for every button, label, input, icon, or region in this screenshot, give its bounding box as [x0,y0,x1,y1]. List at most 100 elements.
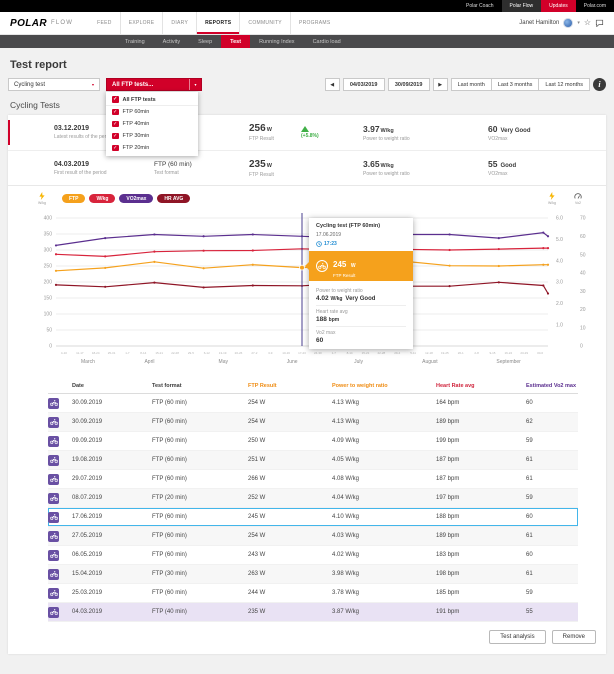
next-period-button[interactable]: ▶ [433,78,448,91]
prev-period-button[interactable]: ◀ [325,78,340,91]
cell-power-to-weight: 3.87 W/kg [332,609,436,615]
range-button-last-12-months[interactable]: Last 12 months [539,78,590,91]
test-analysis-button[interactable]: Test analysis [489,630,545,644]
tooltip-ftp-label: FTP Result [333,273,356,278]
summary-pwr-cell: 3.97W/kg Power to weight ratio [363,124,488,142]
subnav-item-training[interactable]: Training [116,35,154,48]
test-trend-chart[interactable]: 4003503002502001501005006.05.04.03.02.01… [8,208,606,372]
topbar-link-polar-flow[interactable]: Polar Flow [502,0,542,12]
subnav-item-cardio-load[interactable]: Cardio load [304,35,350,48]
chat-icon[interactable] [595,19,604,27]
table-row[interactable]: 27.05.2019FTP (60 min)254 W4.03 W/kg189 … [48,527,578,546]
table-row[interactable]: 29.07.2019FTP (60 min)266 W4.08 W/kg187 … [48,470,578,489]
cyclist-icon [48,436,59,447]
nav-item-programs[interactable]: PROGRAMS [290,12,339,34]
checkbox-checked-icon[interactable]: ✓ [112,145,119,152]
checkbox-checked-icon[interactable]: ✓ [112,109,119,116]
tests-table: DateTest formatFTP ResultPower to weight… [8,374,606,622]
svg-text:27-2: 27-2 [251,351,257,355]
svg-text:June: June [287,359,298,365]
svg-text:15-21: 15-21 [362,351,370,355]
legend-pill-w-kg[interactable]: W/kg [89,194,115,203]
svg-text:22-28: 22-28 [171,351,179,355]
table-row[interactable]: 25.03.2019FTP (60 min)244 W3.78 W/kg185 … [48,584,578,603]
cyclist-icon [48,607,59,618]
date-from-field[interactable]: 04/03/2019 [343,78,385,91]
table-row[interactable]: 09.09.2019FTP (60 min)250 W4.09 W/kg199 … [48,432,578,451]
checkbox-checked-icon[interactable]: ✓ [112,121,119,128]
menu-item-all-ftp-tests[interactable]: ✓All FTP tests [106,94,198,106]
table-row[interactable]: 30.09.2019FTP (60 min)254 W4.13 W/kg189 … [48,413,578,432]
menu-item-ftp-60min[interactable]: ✓FTP 60min [106,106,198,118]
summary-format-cell: FTP (60 min) Test format [154,161,249,176]
menu-item-ftp-20min[interactable]: ✓FTP 20min [106,142,198,154]
subnav-item-activity[interactable]: Activity [154,35,189,48]
subnav-item-test[interactable]: Test [221,35,250,48]
table-row[interactable]: 04.03.2019FTP (40 min)235 W3.87 W/kg191 … [48,603,578,622]
summary-row-first[interactable]: 04.03.2019 First result of the period FT… [8,150,606,185]
table-row[interactable]: 06.05.2019FTP (60 min)243 W4.02 W/kg183 … [48,546,578,565]
svg-text:26-1: 26-1 [458,351,464,355]
cell-date: 06.05.2019 [72,552,152,558]
table-row[interactable]: 30.09.2019FTP (60 min)254 W4.13 W/kg164 … [48,394,578,413]
avatar[interactable] [563,18,573,28]
range-button-last-3-months[interactable]: Last 3 months [492,78,540,91]
table-row[interactable]: 17.06.2019FTP (60 min)245 W4.10 W/kg188 … [48,508,578,527]
caret-down-icon[interactable]: ▾ [577,20,580,26]
ftp-filter-select[interactable]: All FTP tests... ▼ [106,78,202,91]
range-button-last-month[interactable]: Last month [451,78,492,91]
topbar-link-polar-com[interactable]: Polar.com [576,0,614,12]
sport-select[interactable]: Cycling test ▼ [8,78,100,91]
svg-text:22-28: 22-28 [378,351,386,355]
legend-pill-ftp[interactable]: FTP [62,194,85,203]
svg-text:9-15: 9-15 [489,351,495,355]
checkbox-checked-icon[interactable]: ✓ [112,133,119,140]
cell-power-to-weight: 4.02 W/kg [332,552,436,558]
star-icon[interactable]: ☆ [584,19,591,27]
summary-panel: 03.12.2019 Latest results of the period … [8,115,606,186]
svg-text:10-16: 10-16 [282,351,290,355]
svg-text:20: 20 [580,307,586,313]
increase-triangle-icon [301,126,309,132]
polar-logo[interactable]: POLAR FLOW [10,12,73,34]
sport-select-value: Cycling test [14,82,45,88]
table-row[interactable]: 19.08.2019FTP (60 min)251 W4.05 W/kg187 … [48,451,578,470]
nav-item-reports[interactable]: REPORTS [196,12,239,34]
chart-tooltip: Cycling test (FTP 60min) 17.06.2019 17:2… [309,218,413,349]
info-button[interactable]: i [593,78,606,91]
summary-row-latest[interactable]: 03.12.2019 Latest results of the period … [8,115,606,150]
date-to-field[interactable]: 30/09/2019 [388,78,430,91]
summary-ftp-value: 256 [249,123,266,134]
remove-button[interactable]: Remove [552,630,596,644]
menu-item-ftp-30min[interactable]: ✓FTP 30min [106,130,198,142]
subnav-item-running-index[interactable]: Running Index [250,35,303,48]
cyclist-icon-cell [48,512,72,523]
svg-text:29-4: 29-4 [394,351,400,355]
main-nav: FEEDEXPLOREDIARYREPORTSCOMMUNITYPROGRAMS [89,12,338,34]
cell-heart-rate-avg: 189 bpm [436,533,526,539]
subnav-item-sleep[interactable]: Sleep [189,35,221,48]
report-subnav: TrainingActivitySleepTestRunning IndexCa… [0,35,614,48]
legend-pill-hr-avg[interactable]: HR AVG [157,194,190,203]
cell-ftp-result: 235 W [248,609,332,615]
table-row[interactable]: 08.07.2019FTP (20 min)252 W4.04 W/kg197 … [48,489,578,508]
nav-item-feed[interactable]: FEED [89,12,120,34]
topbar-link-polar-coach[interactable]: Polar Coach [458,0,502,12]
topbar-link-updates[interactable]: Updates [541,0,576,12]
user-name[interactable]: Janet Hamilton [519,20,559,26]
nav-item-community[interactable]: COMMUNITY [239,12,290,34]
cyclist-icon [48,550,59,561]
legend-pill-vo2max[interactable]: VO2max [119,194,153,203]
nav-item-explore[interactable]: EXPLORE [120,12,163,34]
svg-text:40: 40 [580,271,586,277]
cell-test-format: FTP (60 min) [152,552,248,558]
cell-test-format: FTP (60 min) [152,419,248,425]
menu-item-ftp-40min[interactable]: ✓FTP 40min [106,118,198,130]
cell-ftp-result: 254 W [248,419,332,425]
checkbox-checked-icon[interactable]: ✓ [112,96,119,103]
cell-power-to-weight: 4.13 W/kg [332,419,436,425]
filters-row: Cycling test ▼ All FTP tests... ▼ ✓All F… [8,78,606,91]
table-row[interactable]: 15.04.2019FTP (30 min)263 W3.98 W/kg198 … [48,565,578,584]
nav-item-diary[interactable]: DIARY [162,12,196,34]
cell-heart-rate-avg: 197 bpm [436,495,526,501]
